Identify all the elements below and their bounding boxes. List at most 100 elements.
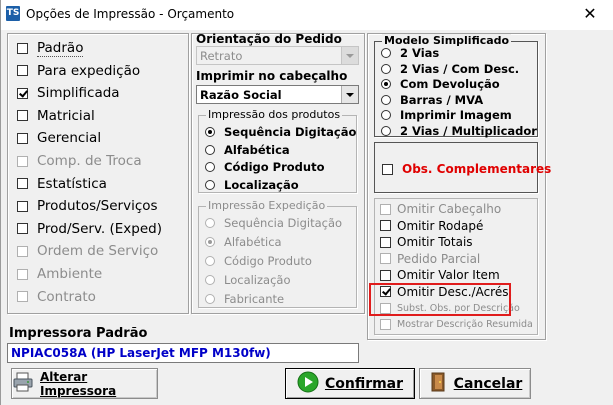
- radio-dot[interactable]: [381, 79, 391, 89]
- print-options-window: TS Opções de Impressão - Orçamento ✕ Pad…: [0, 0, 613, 405]
- print-type-ambiente: Ambiente: [17, 264, 102, 284]
- exit-door-icon: [428, 371, 448, 397]
- checkbox-box[interactable]: [380, 269, 391, 281]
- play-icon: [297, 371, 319, 397]
- checkbox-label: Comp. de Troca: [37, 153, 142, 169]
- print-type-ordem-de-servico: Ordem de Serviço: [17, 241, 158, 261]
- close-button[interactable]: ✕: [567, 0, 613, 30]
- print-type-padrao[interactable]: Padrão: [17, 38, 84, 58]
- checkbox-box[interactable]: [17, 42, 28, 54]
- option-mostrar-descricao-resumida: Mostrar Descrição Resumida: [380, 317, 533, 333]
- checkbox-box: [17, 155, 28, 167]
- radio-dot[interactable]: [381, 63, 391, 74]
- change-printer-label: Alterar Impressora: [40, 369, 117, 398]
- obs-complementares-label: Obs. Complementares: [402, 162, 552, 176]
- option-omitir-cabecalho: Omitir Cabeçalho: [380, 201, 501, 217]
- radio-dot[interactable]: [381, 125, 391, 136]
- product-print-title: Impressão dos produtos: [206, 108, 343, 121]
- confirm-button[interactable]: Confirmar: [285, 368, 415, 399]
- printer-field[interactable]: NPIAC058A (HP LaserJet MFP M130fw): [7, 343, 359, 363]
- radio-dot[interactable]: [205, 179, 215, 190]
- checkbox-box[interactable]: [17, 65, 28, 77]
- checkbox-label: Pedido Parcial: [397, 251, 481, 266]
- radio-label: Imprimir Imagem: [400, 108, 512, 122]
- radio-dot: [205, 218, 215, 228]
- radio-label: Localização: [224, 273, 291, 287]
- product-order-codigo-produto[interactable]: Código Produto: [205, 158, 324, 176]
- option-omitir-rodape[interactable]: Omitir Rodapé: [380, 218, 483, 234]
- checkbox-box[interactable]: [17, 223, 28, 235]
- print-type-gerencial[interactable]: Gerencial: [17, 128, 101, 148]
- checkbox-box[interactable]: [382, 163, 393, 175]
- checkbox-box[interactable]: [380, 236, 391, 248]
- radio-label: Sequência Digitação: [224, 125, 357, 139]
- order-settings-panel: Orientação do Pedido Retrato Imprimir no…: [191, 32, 365, 314]
- radio-dot: [205, 294, 215, 304]
- product-order-localizacao[interactable]: Localização: [205, 176, 299, 194]
- radio-label: 2 Vias / Com Desc.: [400, 61, 520, 76]
- checkbox-box[interactable]: [17, 178, 28, 190]
- checkbox-label: Matricial: [37, 107, 95, 124]
- checkbox-box: [17, 291, 28, 303]
- radio-dot[interactable]: [381, 48, 391, 58]
- radio-dot[interactable]: [205, 127, 215, 137]
- expedition-order-fabricante: Fabricante: [205, 290, 284, 308]
- checkbox-label: Produtos/Serviços: [37, 198, 158, 215]
- print-type-simplificada[interactable]: Simplificada: [17, 83, 120, 103]
- checkbox-label: Padrão: [37, 39, 84, 57]
- radio-dot[interactable]: [381, 110, 391, 120]
- product-order-sequencia-digitacao[interactable]: Sequência Digitação: [205, 123, 356, 141]
- print-type-contrato: Contrato: [17, 287, 96, 307]
- print-type-prod-serv-exped[interactable]: Prod/Serv. (Exped): [17, 219, 162, 239]
- checkbox-label: Para expedição: [37, 62, 141, 79]
- checkbox-label: Prod/Serv. (Exped): [37, 220, 162, 237]
- obs-complementares-group: Obs. Complementares: [374, 142, 551, 193]
- checkbox-box: [380, 203, 391, 215]
- print-type-panel: Padrão Para expedição Simplificada Matricia…: [7, 33, 189, 314]
- print-type-produtos-servicos[interactable]: Produtos/Serviços: [17, 196, 158, 216]
- option-omitir-totais[interactable]: Omitir Totais: [380, 234, 473, 250]
- product-order-alfabetica[interactable]: Alfabética: [205, 141, 290, 159]
- radio-dot[interactable]: [381, 94, 391, 105]
- cancel-button[interactable]: Cancelar: [419, 368, 531, 399]
- change-printer-button[interactable]: Alterar Impressora: [11, 368, 158, 399]
- print-type-para-expedicao[interactable]: Para expedição: [17, 61, 140, 81]
- option-pedido-parcial: Pedido Parcial: [380, 251, 480, 267]
- radio-label: Código Produto: [224, 254, 312, 268]
- print-type-estatistica[interactable]: Estatística: [17, 174, 107, 194]
- checkbox-label: Ordem de Serviço: [37, 243, 159, 260]
- model-2-vias-multiplicador[interactable]: 2 Vias / Multiplicador: [381, 122, 537, 140]
- checkbox-label: Omitir Valor Item: [397, 268, 500, 282]
- header-print-value: Razão Social: [200, 88, 282, 102]
- option-omitir-valor-item[interactable]: Omitir Valor Item: [380, 267, 500, 283]
- orientation-label: Orientação do Pedido: [196, 32, 342, 46]
- header-print-select[interactable]: Razão Social: [196, 85, 359, 104]
- checkbox-box[interactable]: [380, 220, 391, 231]
- radio-dot[interactable]: [205, 144, 215, 155]
- checkbox-label: Omitir Rodapé: [397, 218, 484, 233]
- radio-dot: [205, 237, 215, 247]
- app-logo-icon: TS: [6, 6, 20, 21]
- title-bar: TS Opções de Impressão - Orçamento ✕: [1, 0, 613, 30]
- radio-label: 2 Vias / Multiplicador: [400, 123, 537, 138]
- expedition-order-localizacao: Localização: [205, 271, 291, 289]
- radio-dot: [205, 256, 215, 266]
- print-type-matricial[interactable]: Matricial: [17, 106, 95, 126]
- expedition-order-alfabetica: Alfabética: [205, 233, 282, 251]
- radio-label: Barras / MVA: [400, 92, 484, 107]
- radio-label: Código Produto: [224, 160, 325, 174]
- orientation-select[interactable]: Retrato: [196, 46, 359, 65]
- checkbox-box[interactable]: [17, 110, 28, 122]
- checkbox-box[interactable]: [17, 87, 28, 99]
- highlight-box: [369, 283, 511, 316]
- obs-complementares-checkbox[interactable]: Obs. Complementares: [382, 159, 551, 179]
- checkbox-label: Ambiente: [37, 266, 103, 282]
- radio-dot[interactable]: [205, 162, 215, 172]
- printer-icon: [12, 372, 34, 395]
- confirm-label: Confirmar: [324, 375, 404, 392]
- checkbox-box[interactable]: [17, 200, 28, 212]
- checkbox-box[interactable]: [17, 132, 28, 144]
- chevron-down-icon: [341, 86, 358, 103]
- radio-label: 2 Vias: [400, 46, 440, 60]
- checkbox-label: Mostrar Descrição Resumida: [397, 319, 533, 330]
